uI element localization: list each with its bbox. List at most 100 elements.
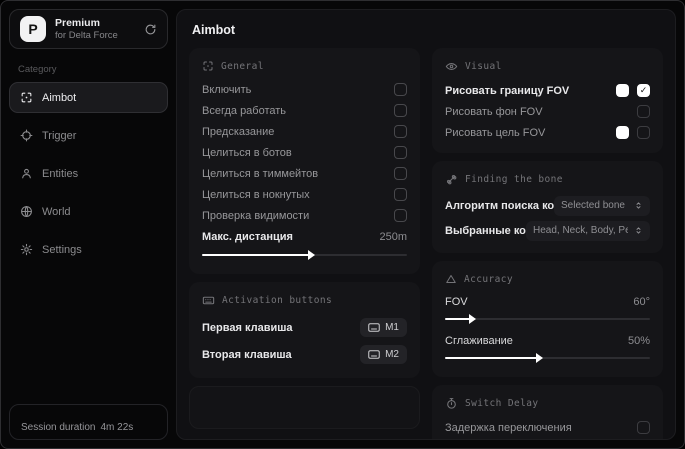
- dropdown-label: Алгоритм поиска костей: [445, 199, 554, 212]
- keybind-label: Вторая клавиша: [202, 348, 292, 361]
- slider-label: FOV: [445, 295, 468, 308]
- keybind-button[interactable]: M2: [360, 345, 407, 364]
- sidebar-item-label: World: [42, 205, 71, 218]
- checkbox[interactable]: [394, 188, 407, 201]
- slider-value: 50%: [627, 334, 650, 347]
- slider-thumb[interactable]: [307, 250, 315, 260]
- panel-title: Visual: [465, 61, 502, 72]
- bone-icon: [445, 173, 458, 186]
- keybind-value: M1: [385, 322, 399, 333]
- toggle-label: Включить: [202, 83, 252, 96]
- toggle-label: Проверка видимости: [202, 209, 310, 222]
- checkbox[interactable]: [637, 421, 650, 434]
- slider-label-row: Сглаживание 50%: [445, 331, 650, 350]
- smoothing-slider[interactable]: [445, 352, 650, 364]
- slider-value: 250m: [379, 230, 407, 243]
- dropdown-row: Алгоритм поиска костей Selected bone: [445, 193, 650, 218]
- sync-icon[interactable]: [144, 23, 157, 36]
- panel-title: General: [221, 60, 264, 72]
- panel-title: Accuracy: [464, 273, 513, 285]
- visual-label: Рисовать фон FOV: [445, 105, 543, 118]
- max-distance-slider[interactable]: [202, 249, 407, 261]
- toggle-row: Предсказание: [202, 121, 407, 142]
- checkbox[interactable]: [637, 126, 650, 139]
- right-column: Visual Рисовать границу FOV Рисовать фон…: [432, 48, 663, 439]
- sidebar-item-label: Aimbot: [42, 91, 77, 104]
- panel-title: Switch Delay: [465, 398, 539, 409]
- checkbox[interactable]: [394, 83, 407, 96]
- sidebar-item-entities[interactable]: Entities: [9, 158, 168, 189]
- triangle-icon: [445, 273, 457, 285]
- sidebar-item-settings[interactable]: Settings: [9, 234, 168, 265]
- stopwatch-icon: [445, 397, 458, 410]
- panel-title: Activation buttons: [222, 295, 333, 306]
- panel-title: Finding the bone: [465, 174, 563, 185]
- panel-finding-bone: Finding the bone Алгоритм поиска костей …: [432, 161, 663, 253]
- slider-label-row: FOV 60°: [445, 292, 650, 311]
- toggle-row: Задержка переключения: [445, 417, 650, 438]
- premium-title: Premium: [55, 16, 100, 29]
- slider-label: Макс. дистанция: [202, 230, 293, 243]
- keyboard-icon: [368, 323, 380, 332]
- sidebar-item-world[interactable]: World: [9, 196, 168, 227]
- panel-general: General Включить Всегда работать Предска…: [189, 48, 420, 274]
- toggle-label: Задержка переключения: [445, 421, 572, 434]
- fov-slider[interactable]: [445, 313, 650, 325]
- toggle-label: Всегда работать: [202, 104, 287, 117]
- dropdown-value: Selected bone: [561, 200, 625, 211]
- dropdown-label: Выбранные кости: [445, 224, 526, 237]
- visual-row: Рисовать фон FOV: [445, 101, 650, 122]
- chevron-updown-icon: [634, 226, 643, 235]
- panel-activation-buttons: Activation buttons Первая клавиша M1 Вто…: [189, 282, 420, 378]
- bone-algorithm-select[interactable]: Selected bone: [554, 195, 650, 216]
- chevron-updown-icon: [634, 201, 643, 210]
- color-swatch[interactable]: [616, 126, 629, 139]
- gear-icon: [20, 243, 33, 256]
- person-icon: [20, 167, 33, 180]
- toggle-row: Всегда работать: [202, 100, 407, 121]
- checkbox[interactable]: [394, 209, 407, 222]
- sidebar-item-aimbot[interactable]: Aimbot: [9, 82, 168, 113]
- slider-thumb[interactable]: [468, 314, 476, 324]
- dropdown-value: Head, Neck, Body, Pe..: [533, 225, 628, 236]
- crosshair-icon: [20, 129, 33, 142]
- scan-target-icon: [20, 91, 33, 104]
- checkbox[interactable]: [394, 104, 407, 117]
- checkbox-checked[interactable]: [637, 84, 650, 97]
- keybind-button[interactable]: M1: [360, 318, 407, 337]
- panel-switch-delay: Switch Delay Задержка переключения Задер…: [432, 385, 663, 439]
- visual-row: Рисовать границу FOV: [445, 80, 650, 101]
- checkbox[interactable]: [394, 125, 407, 138]
- selected-bones-select[interactable]: Head, Neck, Body, Pe..: [526, 220, 650, 241]
- keyboard-icon: [368, 350, 380, 359]
- toggle-row: Включить: [202, 79, 407, 100]
- page-title: Aimbot: [192, 23, 236, 37]
- main-content: Aimbot General Включить Всегда работать …: [176, 9, 676, 440]
- premium-subtitle: for Delta Force: [55, 29, 118, 41]
- keyboard-icon: [202, 294, 215, 307]
- visual-row: Рисовать цель FOV: [445, 122, 650, 143]
- app-logo: P: [20, 16, 46, 42]
- checkbox[interactable]: [394, 167, 407, 180]
- checkbox[interactable]: [637, 105, 650, 118]
- panel-accuracy: Accuracy FOV 60° Сглаживание 50%: [432, 261, 663, 377]
- keybind-row: Первая клавиша M1: [202, 314, 407, 341]
- sidebar-item-label: Settings: [42, 243, 82, 256]
- checkbox[interactable]: [394, 146, 407, 159]
- slider-label-row: Макс. дистанция 250m: [202, 226, 407, 247]
- sidebar-item-label: Entities: [42, 167, 79, 180]
- sidebar: P Premium for Delta Force Category Aimbo: [1, 1, 176, 448]
- toggle-row: Проверка видимости: [202, 205, 407, 226]
- left-column: General Включить Всегда работать Предска…: [189, 48, 420, 429]
- slider-value: 60°: [633, 295, 650, 308]
- dropdown-row: Выбранные кости Head, Neck, Body, Pe..: [445, 218, 650, 243]
- toggle-row: Целиться в ботов: [202, 142, 407, 163]
- color-swatch[interactable]: [616, 84, 629, 97]
- eye-icon: [445, 60, 458, 73]
- app-window: P Premium for Delta Force Category Aimbo: [0, 0, 685, 449]
- session-label: Session duration: [21, 422, 96, 433]
- premium-card: P Premium for Delta Force: [9, 9, 168, 49]
- slider-thumb[interactable]: [536, 353, 544, 363]
- sidebar-item-trigger[interactable]: Trigger: [9, 120, 168, 151]
- session-duration: Session duration 4m 22s: [9, 404, 168, 440]
